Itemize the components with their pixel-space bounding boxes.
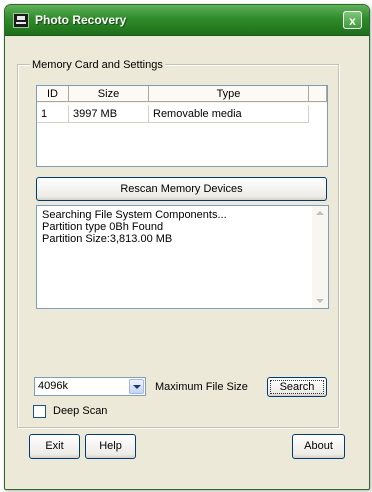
app-icon — [13, 13, 29, 28]
cell-id: 1 — [37, 105, 69, 123]
scroll-up-icon[interactable] — [316, 211, 324, 215]
cell-type: Removable media — [149, 105, 309, 123]
status-log[interactable]: Searching File System Components... Part… — [36, 205, 329, 309]
search-button[interactable]: Search — [267, 377, 327, 397]
max-file-size-value: 4096k — [38, 380, 68, 392]
column-header-size[interactable]: Size — [69, 86, 149, 102]
title-bar[interactable]: Photo Recovery x — [5, 5, 369, 36]
close-button[interactable]: x — [343, 11, 362, 29]
close-icon: x — [349, 14, 356, 28]
column-header-type[interactable]: Type — [149, 86, 309, 102]
help-button[interactable]: Help — [85, 434, 136, 459]
max-file-size-label: Maximum File Size — [155, 381, 248, 393]
scroll-down-icon[interactable] — [316, 299, 324, 303]
log-line: Partition Size:3,813.00 MB — [42, 233, 173, 245]
deep-scan-checkbox[interactable] — [33, 405, 46, 418]
exit-button[interactable]: Exit — [29, 434, 80, 459]
column-header-id[interactable]: ID — [37, 86, 69, 102]
cell-size: 3997 MB — [69, 105, 149, 123]
log-line: Partition type 0Bh Found — [42, 221, 164, 233]
groupbox-label: Memory Card and Settings — [30, 59, 165, 71]
deep-scan-label[interactable]: Deep Scan — [53, 405, 107, 417]
column-header-filler — [309, 86, 327, 102]
about-button[interactable]: About — [292, 434, 345, 459]
log-line: Searching File System Components... — [42, 209, 227, 221]
rescan-button[interactable]: Rescan Memory Devices — [36, 177, 327, 201]
device-list[interactable]: ID Size Type 1 3997 MB Removable media — [36, 85, 328, 167]
max-file-size-select[interactable]: 4096k — [34, 377, 146, 396]
vertical-scrollbar[interactable] — [312, 206, 328, 308]
device-list-header: ID Size Type — [37, 86, 327, 103]
chevron-down-icon[interactable] — [129, 379, 144, 394]
window-title: Photo Recovery — [35, 13, 127, 27]
